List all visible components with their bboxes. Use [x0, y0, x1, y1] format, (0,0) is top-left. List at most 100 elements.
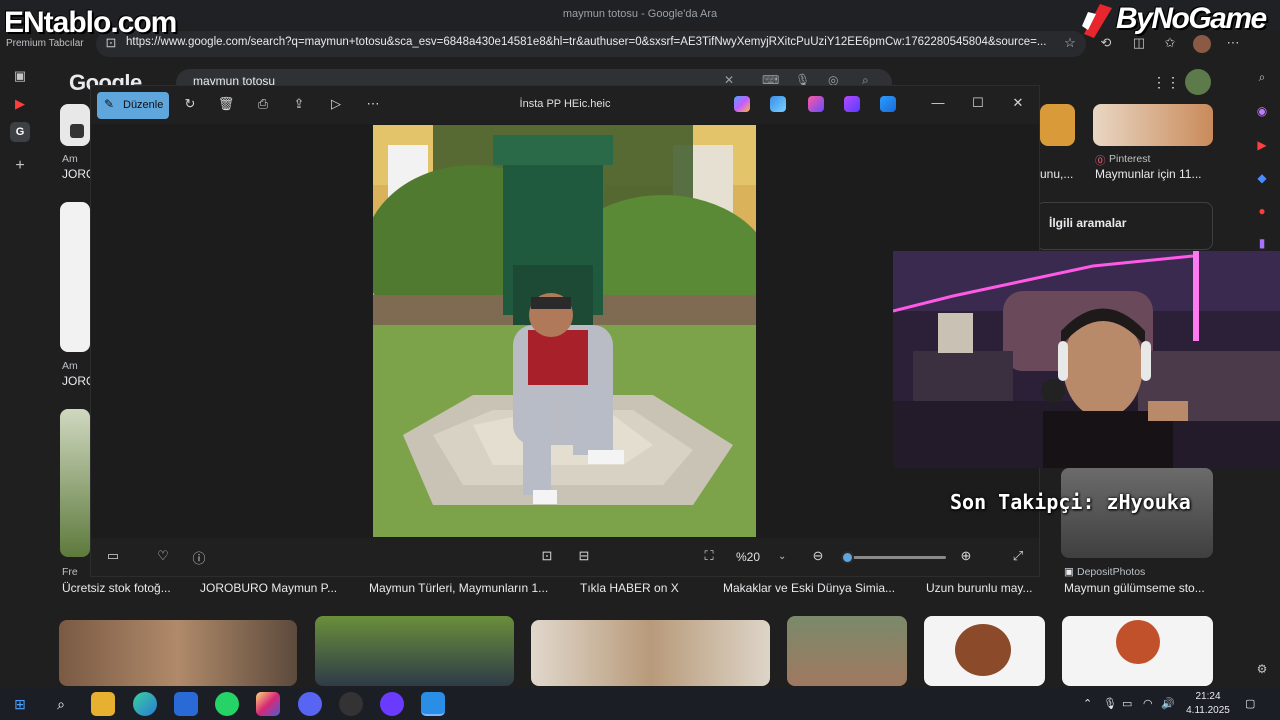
- result-caption[interactable]: unu,...: [1040, 167, 1080, 181]
- discord-icon[interactable]: [298, 692, 322, 716]
- microphone-tray-icon[interactable]: 🎙: [1103, 697, 1117, 710]
- share-icon[interactable]: ⇪: [289, 96, 309, 114]
- zoom-in-icon[interactable]: ⊕: [956, 548, 976, 566]
- image-badge-icon: [70, 124, 84, 138]
- delete-icon[interactable]: 🗑: [216, 96, 236, 114]
- apps-grid-icon[interactable]: ⋮⋮: [1152, 74, 1180, 91]
- designer-icon[interactable]: [808, 96, 824, 112]
- result-caption[interactable]: Maymun gülümseme sto...: [1064, 581, 1214, 595]
- result-caption[interactable]: Uzun burunlu may...: [926, 581, 1041, 595]
- filmstrip-icon[interactable]: ▭: [103, 548, 123, 566]
- result-caption[interactable]: Makaklar ve Eski Dünya Simia...: [723, 581, 903, 595]
- result-thumbnail[interactable]: [531, 620, 770, 686]
- bookmark-star-icon[interactable]: ☆: [1061, 35, 1079, 53]
- taskbar-search-icon[interactable]: ⌕: [49, 692, 73, 716]
- lens-icon[interactable]: ◎: [828, 73, 838, 87]
- url-text[interactable]: https://www.google.com/search?q=maymun+t…: [126, 36, 1056, 48]
- notifications-icon[interactable]: ▢: [1245, 697, 1255, 710]
- tab-actions-icon[interactable]: ▣: [10, 66, 30, 86]
- youtube-sidebar-icon[interactable]: ▶: [1252, 136, 1272, 154]
- pin-sidebar-icon[interactable]: ●: [1252, 202, 1272, 220]
- paint-icon[interactable]: [770, 96, 786, 112]
- file-info-icon[interactable]: ⓘ: [189, 548, 209, 566]
- result-caption[interactable]: JORO: [62, 167, 92, 181]
- clear-search-icon[interactable]: ✕: [724, 73, 734, 87]
- volume-icon[interactable]: 🔊: [1161, 697, 1175, 710]
- result-thumbnail[interactable]: [59, 620, 297, 686]
- visual-search-icon[interactable]: ⊡: [537, 548, 557, 566]
- more-options-icon[interactable]: ⋯: [363, 96, 383, 114]
- split-screen-icon[interactable]: ◫: [1130, 35, 1148, 53]
- windows-start-icon[interactable]: ⊞: [8, 692, 32, 716]
- minimize-icon[interactable]: —: [926, 95, 950, 115]
- depositphotos-icon: ▣: [1064, 566, 1074, 578]
- close-icon[interactable]: ✕: [1006, 95, 1030, 115]
- edit-pencil-icon: ✎: [104, 97, 115, 111]
- google-tab-icon[interactable]: G: [10, 122, 30, 142]
- account-avatar[interactable]: [1185, 69, 1211, 95]
- related-searches-title: İlgili aramalar: [1049, 216, 1127, 230]
- zoom-out-icon[interactable]: ⊖: [808, 548, 828, 566]
- print-icon[interactable]: ⎙: [253, 96, 273, 114]
- copilot-icon[interactable]: ◉: [1252, 102, 1272, 120]
- toy-monkey-shape: [955, 624, 1011, 676]
- obs-icon[interactable]: [339, 692, 363, 716]
- youtube-tab-icon[interactable]: ▶: [10, 94, 30, 114]
- result-caption[interactable]: Ücretsiz stok fotoğ...: [62, 581, 182, 595]
- result-thumbnail[interactable]: [60, 409, 90, 557]
- mail-icon[interactable]: [174, 692, 198, 716]
- app-sidebar-icon[interactable]: ◆: [1252, 169, 1272, 187]
- tray-expand-icon[interactable]: ⌃: [1083, 697, 1092, 710]
- slideshow-icon[interactable]: ▷: [326, 96, 346, 114]
- taskbar-clock[interactable]: 21:24 4.11.2025: [1180, 690, 1236, 718]
- menu-dots-icon[interactable]: ⋯: [1224, 35, 1242, 53]
- vertical-tabs-sidebar: [0, 58, 40, 688]
- plush-monkey-shape: [1116, 620, 1160, 664]
- result-thumbnail[interactable]: [787, 616, 907, 686]
- instagram-icon[interactable]: [256, 692, 280, 716]
- wifi-icon[interactable]: ◠: [1143, 697, 1153, 710]
- result-thumbnail[interactable]: [60, 202, 90, 352]
- twitch-icon[interactable]: ▮: [1252, 234, 1272, 252]
- profile-avatar-icon[interactable]: [1193, 35, 1211, 53]
- favorite-heart-icon[interactable]: ♡: [153, 548, 173, 566]
- result-caption[interactable]: Maymun Türleri, Maymunların 1...: [369, 581, 559, 595]
- whatsapp-icon[interactable]: [215, 692, 239, 716]
- text-extract-icon[interactable]: ⊟: [574, 548, 594, 566]
- result-thumbnail[interactable]: [1093, 104, 1213, 146]
- result-source: DepositPhotos: [1077, 566, 1146, 578]
- last-follower-overlay: Son Takipçi: zHyouka: [950, 490, 1191, 514]
- result-caption[interactable]: JOROBURO Maymun P...: [200, 581, 350, 595]
- result-caption[interactable]: Maymunlar için 11...: [1095, 167, 1213, 181]
- photos-app-icon[interactable]: [421, 692, 445, 716]
- result-caption[interactable]: JORO: [62, 374, 92, 388]
- result-source: Am: [62, 153, 78, 165]
- zoom-level-select[interactable]: %20 ⌄: [728, 546, 798, 568]
- copilot-app-icon[interactable]: [734, 96, 750, 112]
- fit-to-window-icon[interactable]: ⛶: [699, 548, 719, 566]
- rotate-icon[interactable]: ↻: [180, 96, 200, 114]
- displayed-photo[interactable]: [373, 125, 756, 537]
- zoom-slider[interactable]: [842, 556, 946, 559]
- sidebar-search-icon[interactable]: ⌕: [1252, 68, 1272, 86]
- app-circle-icon[interactable]: [380, 692, 404, 716]
- new-tab-icon[interactable]: +: [10, 156, 30, 176]
- edge-browser-icon[interactable]: [133, 692, 157, 716]
- battery-icon[interactable]: ▭: [1122, 697, 1132, 710]
- keyboard-icon[interactable]: ⌨: [762, 73, 779, 87]
- file-explorer-icon[interactable]: [91, 692, 115, 716]
- result-caption[interactable]: Tıkla HABER on X: [580, 581, 700, 595]
- file-name: İnsta PP HEic.heic: [519, 98, 611, 110]
- streamer-webcam: [893, 251, 1280, 468]
- favorites-icon[interactable]: ✩: [1161, 35, 1179, 53]
- settings-gear-icon[interactable]: ⚙: [1252, 660, 1272, 678]
- result-source: Pinterest: [1109, 153, 1151, 165]
- clipchamp-icon[interactable]: [844, 96, 860, 112]
- onedrive-icon[interactable]: [880, 96, 896, 112]
- result-thumbnail[interactable]: [315, 616, 514, 686]
- microphone-icon[interactable]: 🎙: [795, 73, 810, 87]
- fullscreen-icon[interactable]: ⤢: [1008, 548, 1028, 566]
- result-thumbnail[interactable]: [1040, 104, 1075, 146]
- maximize-icon[interactable]: ☐: [966, 95, 990, 115]
- bynogame-logo-mark: [1082, 4, 1112, 38]
